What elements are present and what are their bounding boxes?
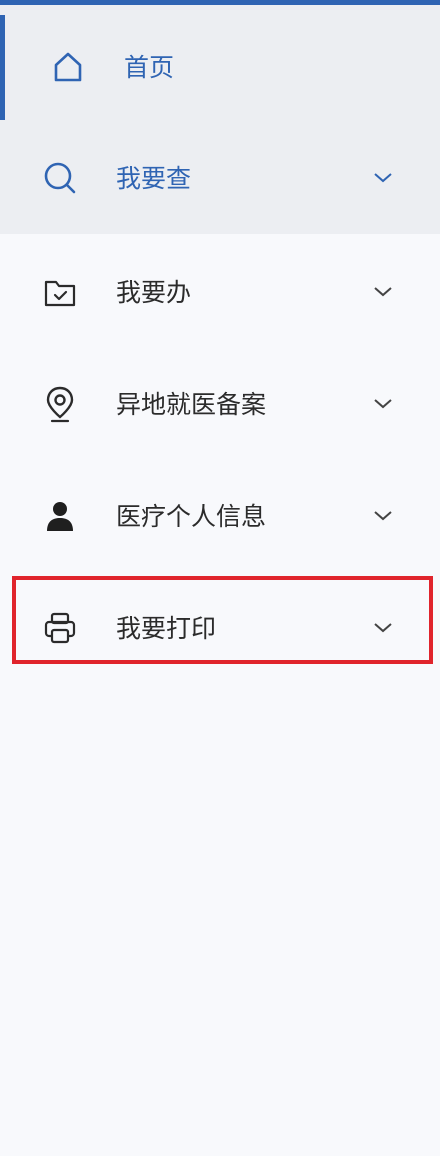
chevron-down-icon[interactable] — [368, 168, 398, 188]
location-pin-icon — [40, 384, 80, 424]
sidebar-item-personal-info[interactable]: 医疗个人信息 — [0, 458, 440, 570]
chevron-down-icon[interactable] — [368, 282, 398, 302]
sidebar-item-label: 我要办 — [116, 278, 192, 307]
highlight-annotation-box — [12, 576, 433, 664]
home-icon — [48, 47, 88, 87]
sidebar-item-label: 我要查 — [116, 164, 192, 193]
sidebar-item-label: 医疗个人信息 — [116, 502, 267, 531]
sidebar-item-label: 首页 — [124, 53, 175, 82]
sidebar-item-home[interactable]: 首页 — [0, 5, 440, 125]
sidebar-item-label: 异地就医备案 — [116, 390, 267, 419]
chevron-down-icon[interactable] — [368, 506, 398, 526]
sidebar-item-query[interactable]: 我要查 — [0, 120, 440, 234]
sidebar-item-do[interactable]: 我要办 — [0, 234, 440, 346]
sidebar-item-remote-medical[interactable]: 异地就医备案 — [0, 346, 440, 458]
chevron-down-icon[interactable] — [368, 394, 398, 414]
search-icon — [40, 158, 80, 198]
person-icon — [40, 496, 80, 536]
active-indicator — [0, 15, 5, 125]
folder-check-icon — [40, 272, 80, 312]
